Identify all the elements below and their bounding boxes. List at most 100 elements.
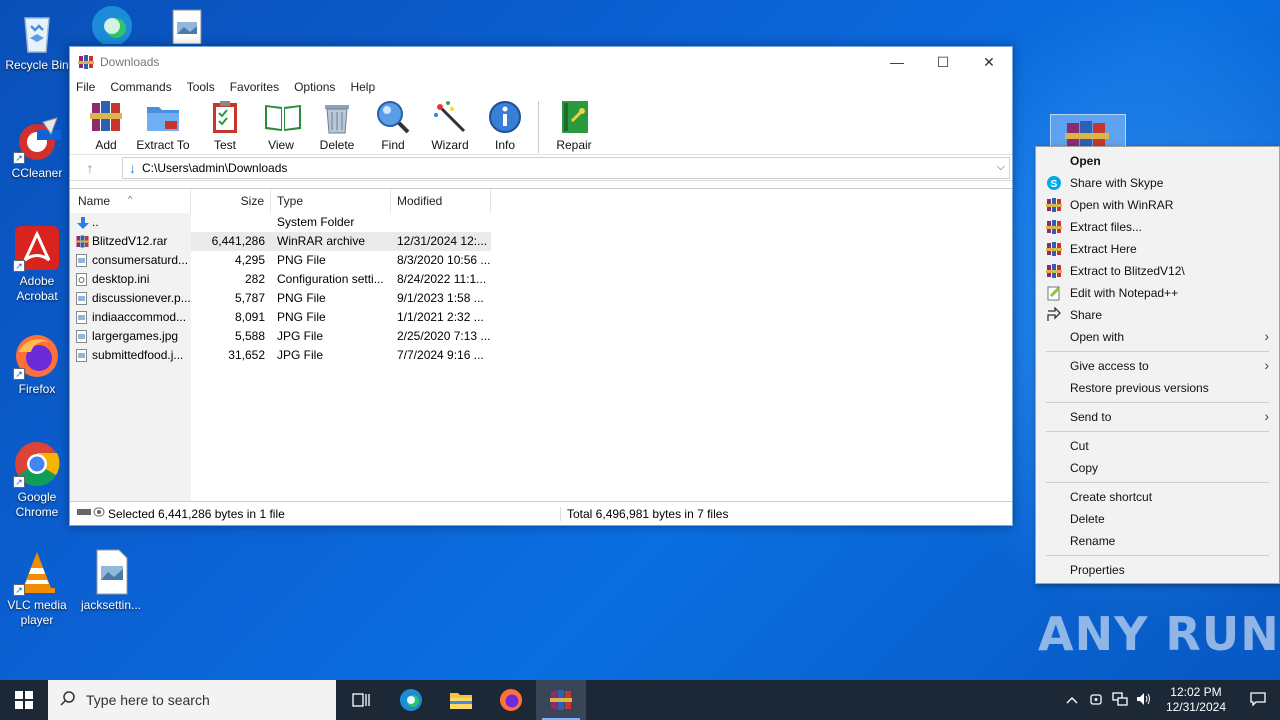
winrar-icon — [1046, 241, 1062, 257]
anyrun-watermark: ANY RUN — [1038, 607, 1280, 661]
context-menu-item-rename[interactable]: Rename — [1036, 530, 1279, 552]
menu-separator — [1046, 555, 1269, 556]
clock[interactable]: 12:02 PM 12/31/2024 — [1156, 685, 1236, 715]
context-menu-item-share[interactable]: Share — [1036, 304, 1279, 326]
magnifier-icon — [375, 99, 411, 135]
search-placeholder: Type here to search — [86, 692, 210, 708]
menu-options[interactable]: Options — [294, 80, 335, 94]
file-size-cell: 5,787 — [234, 291, 265, 305]
context-menu-item-edit-with-notepad[interactable]: Edit with Notepad++ — [1036, 282, 1279, 304]
maximize-button[interactable]: ☐ — [920, 47, 966, 77]
context-menu-item-share-with-skype[interactable]: S Share with Skype — [1036, 172, 1279, 194]
file-row[interactable]: submittedfood.j... 31,652 JPG File 7/7/2024… — [70, 346, 1012, 365]
file-row[interactable]: desktop.ini 282 Configuration setti... 8/24… — [70, 270, 1012, 289]
image-file-icon — [87, 548, 135, 596]
chrome-icon: ↗ — [13, 440, 61, 488]
file-row[interactable]: largergames.jpg 5,588 JPG File 2/25/2020 7:… — [70, 327, 1012, 346]
taskbar-file-explorer[interactable] — [436, 680, 486, 720]
taskbar-search-box[interactable]: Type here to search — [48, 680, 336, 720]
column-header-modified[interactable]: Modified — [391, 189, 491, 213]
add-button[interactable]: Add — [86, 99, 126, 152]
desktop-icon-edge-partial[interactable] — [88, 2, 136, 52]
menu-tools[interactable]: Tools — [187, 80, 215, 94]
close-button[interactable]: ✕ — [966, 47, 1012, 77]
context-menu-item-copy[interactable]: Copy — [1036, 457, 1279, 479]
context-menu-item-open[interactable]: Open — [1036, 150, 1279, 172]
context-menu-item-open-with-winrar[interactable]: Open with WinRAR — [1036, 194, 1279, 216]
chevron-right-icon: › — [1264, 357, 1269, 373]
file-rows: .. System Folder BlitzedV12.rar 6,441,286 Wi… — [70, 213, 1012, 365]
context-menu-item-extract-to-blitzedv12[interactable]: Extract to BlitzedV12\ — [1036, 260, 1279, 282]
context-menu-item-extract-files[interactable]: Extract files... — [1036, 216, 1279, 238]
context-menu-item-create-shortcut[interactable]: Create shortcut — [1036, 486, 1279, 508]
desktop-icon-label: jacksettin... — [80, 598, 142, 612]
notification-icon[interactable] — [1236, 691, 1280, 709]
file-row[interactable]: .. System Folder — [70, 213, 1012, 232]
desktop-icon-ccleaner[interactable]: ↗ CCleaner — [0, 116, 74, 181]
winrar-app-icon — [78, 54, 94, 70]
context-menu-item-send-to[interactable]: Send to › — [1036, 406, 1279, 428]
repair-button[interactable]: Repair — [549, 99, 599, 152]
start-button[interactable] — [0, 680, 48, 720]
network-icon[interactable] — [1108, 691, 1132, 709]
info-button[interactable]: Info — [478, 99, 532, 152]
file-row[interactable]: discussionever.p... 5,787 PNG File 9/1/2023… — [70, 289, 1012, 308]
menu-favorites[interactable]: Favorites — [230, 80, 279, 94]
taskbar-edge[interactable] — [386, 680, 436, 720]
taskbar-winrar[interactable] — [536, 680, 586, 720]
column-header-type[interactable]: Type — [271, 189, 391, 213]
menu-help[interactable]: Help — [350, 80, 375, 94]
context-menu-item-restore-previous-versions[interactable]: Restore previous versions — [1036, 377, 1279, 399]
skype-icon: S — [1046, 175, 1062, 191]
column-header-size[interactable]: Size — [191, 189, 271, 213]
clock-time: 12:02 PM — [1170, 685, 1222, 699]
image-file-icon — [76, 292, 88, 305]
context-menu-item-give-access-to[interactable]: Give access to › — [1036, 355, 1279, 377]
window-titlebar[interactable]: Downloads — ☐ ✕ — [70, 47, 1012, 77]
column-header-row: Name ^ Size Type Modified — [70, 189, 1012, 213]
context-menu-item-properties[interactable]: Properties — [1036, 559, 1279, 581]
menu-separator — [1046, 402, 1269, 403]
extract-to-button[interactable]: Extract To — [132, 99, 194, 152]
path-field[interactable]: ↓ C:\Users\admin\Downloads ⌵ — [122, 157, 1010, 179]
up-arrow-icon[interactable]: ↑ — [70, 160, 110, 176]
file-modified-cell: 7/7/2024 9:16 ... — [397, 348, 484, 362]
view-button[interactable]: View — [254, 99, 308, 152]
column-header-name[interactable]: Name ^ — [70, 189, 191, 213]
context-menu-item-open-with[interactable]: Open with › — [1036, 326, 1279, 348]
menu-file[interactable]: File — [76, 80, 95, 94]
desktop-icon-jacksettin[interactable]: jacksettin... — [74, 548, 148, 613]
desktop-icon-google-chrome[interactable]: ↗ Google Chrome — [0, 440, 74, 520]
desktop-icon-firefox[interactable]: ↗ Firefox — [0, 332, 74, 397]
file-row[interactable]: BlitzedV12.rar 6,441,286 WinRAR archive 12/… — [70, 232, 1012, 251]
file-list[interactable]: Name ^ Size Type Modified .. System Folde… — [70, 188, 1012, 501]
context-menu-item-delete[interactable]: Delete — [1036, 508, 1279, 530]
desktop-icon-adobe-acrobat[interactable]: ↗ Adobe Acrobat — [0, 224, 74, 304]
delete-button[interactable]: Delete — [310, 99, 364, 152]
chevron-up-icon[interactable] — [1060, 693, 1084, 707]
wizard-button[interactable]: Wizard — [422, 99, 478, 152]
taskbar-firefox[interactable] — [486, 680, 536, 720]
file-row[interactable]: consumersaturd... 4,295 PNG File 8/3/2020 1… — [70, 251, 1012, 270]
shortcut-arrow-icon: ↗ — [13, 476, 25, 488]
desktop-icon-recycle-bin[interactable]: Recycle Bin — [0, 8, 74, 73]
menu-commands[interactable]: Commands — [110, 80, 171, 94]
desktop-icon-label: Firefox — [18, 382, 56, 396]
desktop-icon-vlc[interactable]: ↗ VLC media player — [0, 548, 74, 628]
shortcut-arrow-icon: ↗ — [13, 584, 25, 596]
context-menu[interactable]: Open S Share with Skype Open with WinRAR Ext… — [1035, 146, 1280, 584]
context-menu-item-cut[interactable]: Cut — [1036, 435, 1279, 457]
shield-icon[interactable] — [1084, 692, 1108, 709]
minimize-button[interactable]: — — [874, 47, 920, 77]
find-button[interactable]: Find — [366, 99, 420, 152]
file-modified-cell: 8/3/2020 10:56 ... — [397, 253, 491, 267]
winrar-window[interactable]: Downloads — ☐ ✕ File Commands Tools Favo… — [69, 46, 1013, 526]
context-menu-item-extract-here[interactable]: Extract Here — [1036, 238, 1279, 260]
test-button[interactable]: Test — [200, 99, 250, 152]
chevron-down-icon[interactable]: ⌵ — [997, 161, 1005, 174]
file-row[interactable]: indiaaccommod... 8,091 PNG File 1/1/2021 2:… — [70, 308, 1012, 327]
desktop-icon-image-file-partial[interactable] — [166, 8, 208, 46]
search-icon — [60, 690, 76, 711]
volume-icon[interactable] — [1132, 692, 1156, 709]
task-view-button[interactable] — [336, 680, 386, 720]
